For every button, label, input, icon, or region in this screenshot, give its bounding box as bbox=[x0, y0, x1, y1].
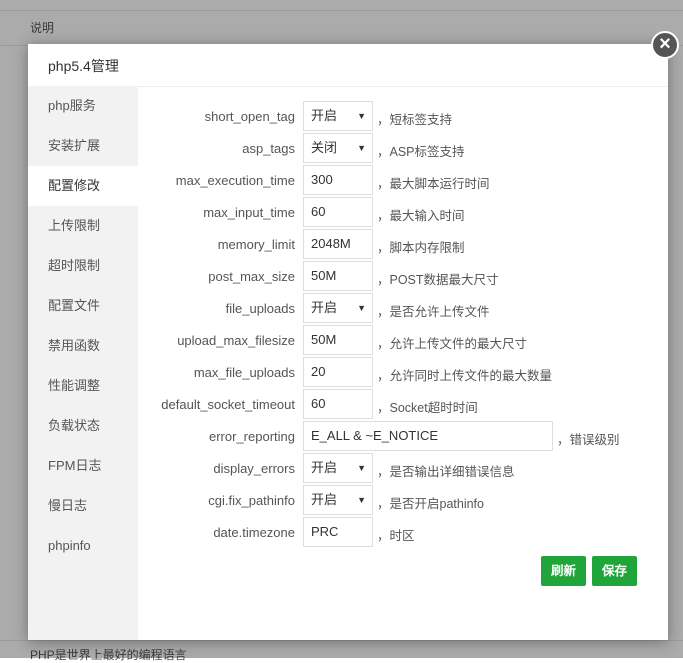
setting-select[interactable]: 开启 ▼ bbox=[303, 293, 373, 323]
setting-row: short_open_tag 开启 ▼ ，短标签支持 bbox=[138, 101, 668, 133]
setting-value: 关闭 bbox=[311, 140, 338, 155]
setting-label: display_errors bbox=[213, 461, 295, 476]
setting-label: short_open_tag bbox=[204, 109, 295, 124]
setting-value: 开启 bbox=[311, 300, 338, 315]
setting-input[interactable]: E_ALL & ~E_NOTICE bbox=[303, 421, 553, 451]
setting-select[interactable]: 开启 ▼ bbox=[303, 485, 373, 515]
setting-value: 50M bbox=[311, 268, 337, 283]
setting-value: 60 bbox=[311, 396, 326, 411]
setting-value: 开启 bbox=[311, 492, 338, 507]
setting-input[interactable]: 50M bbox=[303, 325, 373, 355]
dropdown-caret-icon: ▼ bbox=[357, 143, 366, 153]
setting-value: 开启 bbox=[311, 460, 338, 475]
setting-description: ，是否允许上传文件 bbox=[377, 305, 490, 319]
setting-row: default_socket_timeout 60 ，Socket超时时间 bbox=[138, 389, 668, 421]
setting-row: asp_tags 关闭 ▼ ，ASP标签支持 bbox=[138, 133, 668, 165]
dialog-title: php5.4管理 bbox=[48, 58, 119, 74]
setting-description: ，允许同时上传文件的最大数量 bbox=[377, 369, 553, 383]
setting-input[interactable]: 20 bbox=[303, 357, 373, 387]
setting-value: 60 bbox=[311, 204, 326, 219]
setting-label: asp_tags bbox=[242, 141, 295, 156]
setting-label: memory_limit bbox=[217, 237, 295, 252]
setting-description: ，是否开启pathinfo bbox=[377, 497, 484, 511]
setting-input[interactable]: 50M bbox=[303, 261, 373, 291]
dropdown-caret-icon: ▼ bbox=[357, 463, 366, 473]
setting-value: 300 bbox=[311, 172, 333, 187]
dropdown-caret-icon: ▼ bbox=[357, 303, 366, 313]
setting-row: file_uploads 开启 ▼ ，是否允许上传文件 bbox=[138, 293, 668, 325]
setting-select[interactable]: 开启 ▼ bbox=[303, 453, 373, 483]
php-settings-dialog: php5.4管理 php服务 安装扩展 配置修改 上传限制 超时限制 配置文件 禁用函数 性能… bbox=[28, 44, 668, 640]
setting-row: display_errors 开启 ▼ ，是否输出详细错误信息 bbox=[138, 453, 668, 485]
setting-label: post_max_size bbox=[208, 269, 295, 284]
setting-value: 2048M bbox=[311, 236, 351, 251]
setting-description: ，是否输出详细错误信息 bbox=[377, 465, 515, 479]
setting-label: max_file_uploads bbox=[193, 365, 295, 380]
close-icon[interactable]: × bbox=[651, 31, 679, 59]
setting-label: date.timezone bbox=[213, 525, 295, 540]
setting-row: error_reporting E_ALL & ~E_NOTICE ，错误级别 bbox=[138, 421, 668, 453]
setting-value: PRC bbox=[311, 524, 339, 539]
setting-label: file_uploads bbox=[225, 301, 295, 316]
setting-input[interactable]: 2048M bbox=[303, 229, 373, 259]
setting-description: ，最大输入时间 bbox=[377, 209, 465, 223]
setting-input[interactable]: 60 bbox=[303, 389, 373, 419]
setting-description: ，时区 bbox=[377, 529, 415, 543]
setting-row: max_execution_time 300 ，最大脚本运行时间 bbox=[138, 165, 668, 197]
setting-value: 50M bbox=[311, 332, 337, 347]
dropdown-caret-icon: ▼ bbox=[357, 495, 366, 505]
setting-description: ，脚本内存限制 bbox=[377, 241, 465, 255]
setting-description: ，错误级别 bbox=[557, 433, 620, 447]
setting-input[interactable]: 300 bbox=[303, 165, 373, 195]
refresh-button[interactable]: 刷新 bbox=[541, 556, 587, 586]
dialog-header: php5.4管理 bbox=[28, 44, 668, 87]
setting-row: post_max_size 50M ，POST数据最大尺寸 bbox=[138, 261, 668, 293]
setting-description: ，允许上传文件的最大尺寸 bbox=[377, 337, 528, 351]
setting-row: max_input_time 60 ，最大输入时间 bbox=[138, 197, 668, 229]
setting-label: upload_max_filesize bbox=[177, 333, 295, 348]
setting-description: ，短标签支持 bbox=[377, 113, 453, 127]
setting-value: 开启 bbox=[311, 108, 338, 123]
setting-label: cgi.fix_pathinfo bbox=[208, 493, 295, 508]
save-button[interactable]: 保存 bbox=[592, 556, 638, 586]
setting-label: max_execution_time bbox=[175, 173, 295, 188]
sidebar-nav: php服务 安装扩展 配置修改 上传限制 超时限制 配置文件 禁用函数 性能调整 负载状态 FPM… bbox=[28, 86, 138, 640]
setting-label: default_socket_timeout bbox=[161, 397, 295, 412]
setting-row: cgi.fix_pathinfo 开启 ▼ ，是否开启pathinfo bbox=[138, 485, 668, 517]
setting-description: ，最大脚本运行时间 bbox=[377, 177, 490, 191]
setting-select[interactable]: 开启 ▼ bbox=[303, 101, 373, 131]
setting-description: ，POST数据最大尺寸 bbox=[377, 273, 499, 287]
setting-value: 20 bbox=[311, 364, 326, 379]
setting-label: max_input_time bbox=[203, 205, 295, 220]
setting-select[interactable]: 关闭 ▼ bbox=[303, 133, 373, 163]
setting-row: memory_limit 2048M ，脚本内存限制 bbox=[138, 229, 668, 261]
setting-input[interactable]: 60 bbox=[303, 197, 373, 227]
setting-description: ，Socket超时时间 bbox=[377, 401, 478, 415]
setting-value: E_ALL & ~E_NOTICE bbox=[311, 428, 439, 443]
setting-description: ，ASP标签支持 bbox=[377, 145, 465, 159]
setting-label: error_reporting bbox=[209, 429, 295, 444]
setting-row: date.timezone PRC ，时区 bbox=[138, 517, 668, 549]
dropdown-caret-icon: ▼ bbox=[357, 111, 366, 121]
setting-row: upload_max_filesize 50M ，允许上传文件的最大尺寸 bbox=[138, 325, 668, 357]
setting-input[interactable]: PRC bbox=[303, 517, 373, 547]
setting-row: max_file_uploads 20 ，允许同时上传文件的最大数量 bbox=[138, 357, 668, 389]
